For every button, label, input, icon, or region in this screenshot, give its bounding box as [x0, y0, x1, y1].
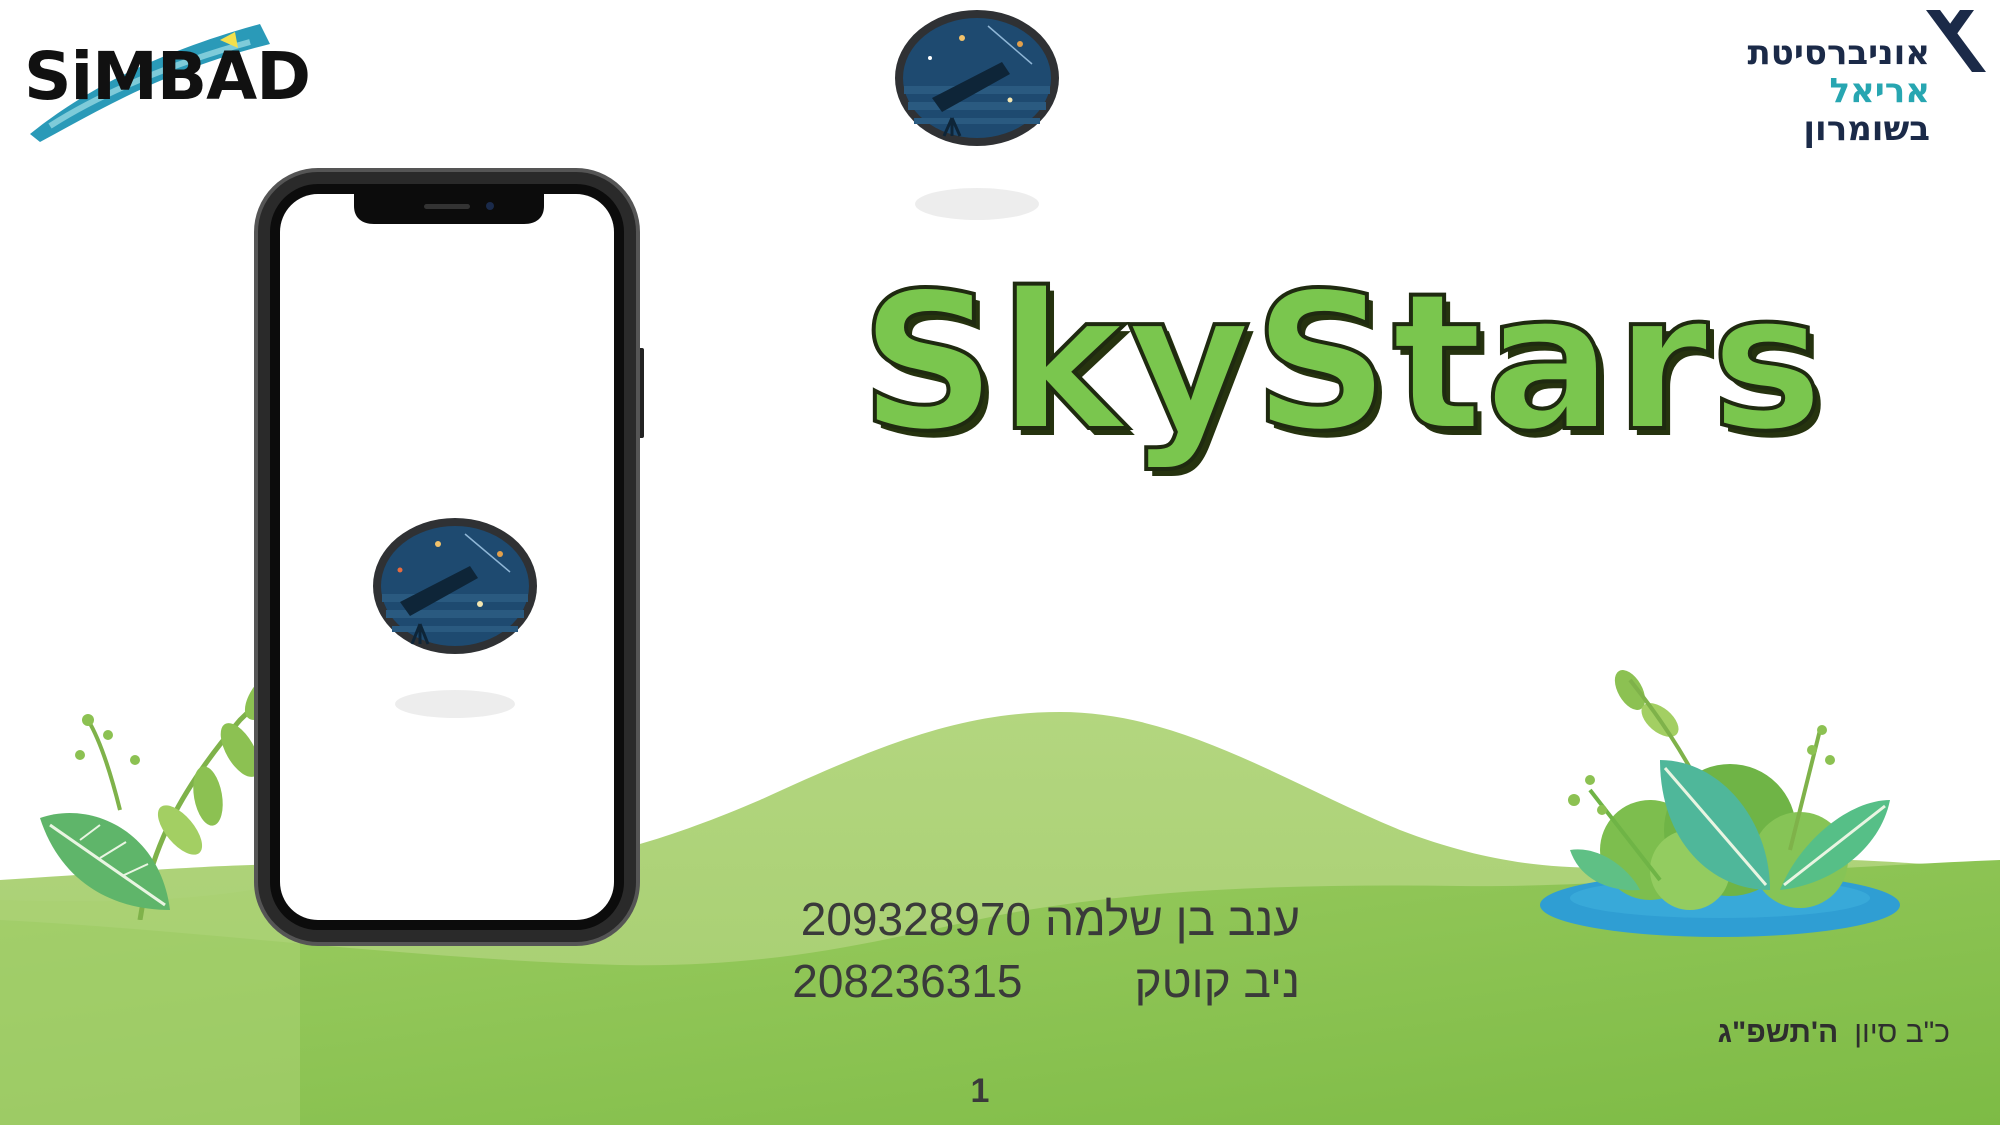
- author-id: 209328970: [800, 893, 1031, 945]
- slide-title: SkyStars: [858, 252, 1826, 473]
- hebrew-date: כ"ב סיון ה'תשפ"ג: [1640, 1016, 1950, 1050]
- university-mark-icon: [1926, 10, 1986, 72]
- author-id: 208236315: [792, 955, 1023, 1007]
- telescope-app-icon: [373, 518, 537, 718]
- author-name: ניב קוטק: [1134, 955, 1300, 1007]
- university-line-3: בשומרון: [1803, 109, 1930, 149]
- university-logo-text: אוניברסיטת אריאל בשומרון: [1700, 34, 1930, 148]
- leaf-plant-right: [1540, 670, 1900, 937]
- university-line-1: אוניברסיטת: [1747, 33, 1930, 73]
- title-slide: SiMBAD אוניברסיטת אריאל בשומרון SkyStars…: [0, 0, 2000, 1125]
- date-year: ה'תשפ"ג: [1717, 1016, 1839, 1049]
- simbad-logo-text: SiMBAD: [24, 38, 311, 115]
- authors-block: ענב בן שלמה 209328970 ניב קוטק 208236315: [740, 888, 1300, 1012]
- telescope-app-icon: [895, 10, 1059, 220]
- page-number: 1: [970, 1072, 990, 1110]
- university-line-2: אריאל: [1829, 71, 1930, 111]
- author-row: ניב קוטק 208236315: [740, 950, 1300, 1012]
- author-row: ענב בן שלמה 209328970: [740, 888, 1300, 950]
- date-day: כ"ב סיון: [1854, 1016, 1950, 1049]
- author-name: ענב בן שלמה: [1045, 893, 1300, 945]
